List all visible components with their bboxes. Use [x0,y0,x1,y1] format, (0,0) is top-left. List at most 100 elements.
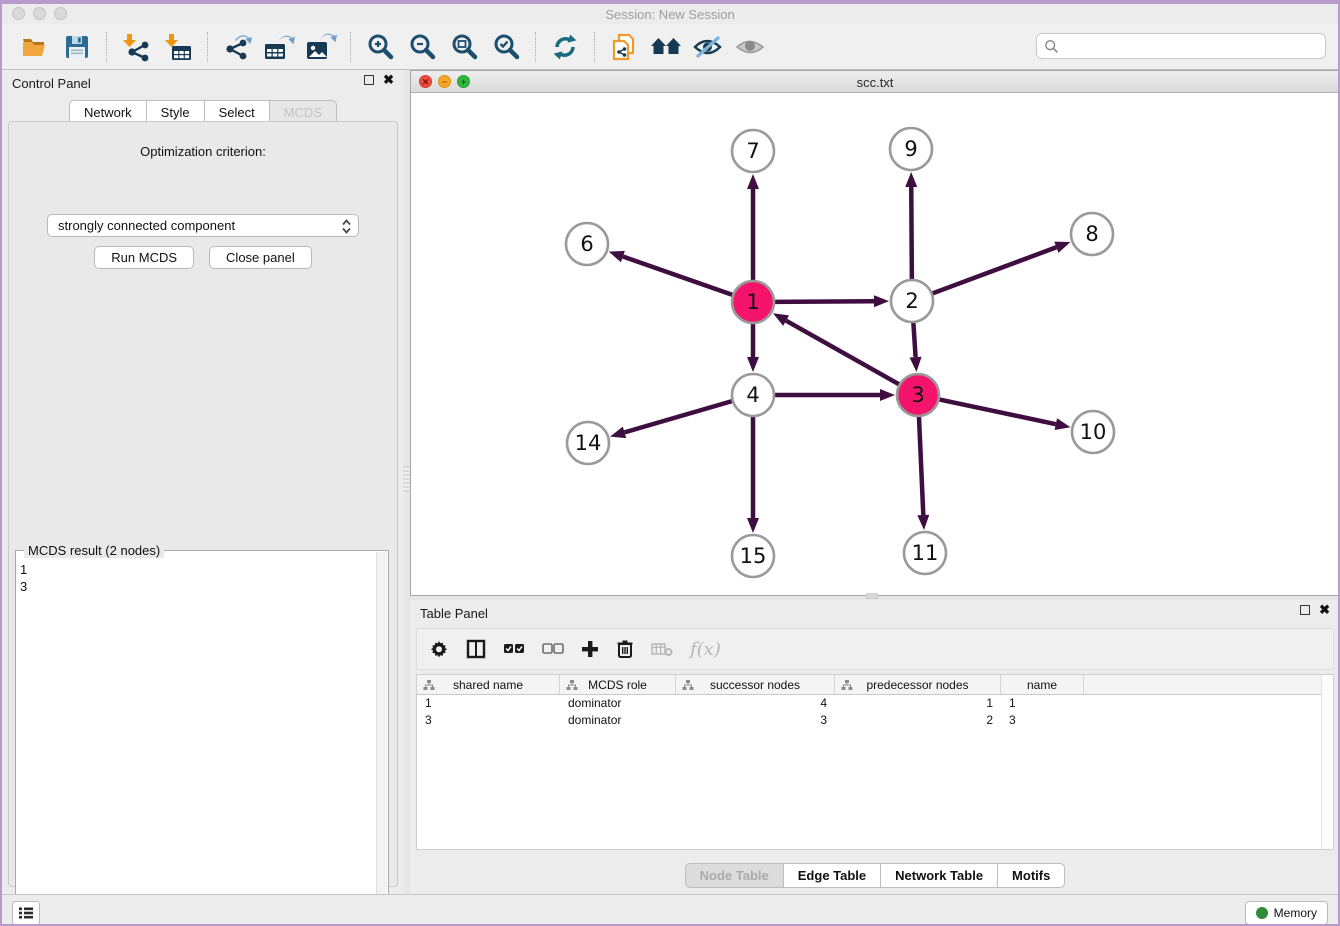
list-icon [18,906,34,920]
cell-shared-name[interactable]: 1 [417,695,560,712]
application-window: Session: New Session [0,0,1340,926]
memory-button[interactable]: Memory [1245,901,1328,925]
toolbar-separator [106,32,107,62]
cell-predecessor-nodes[interactable]: 1 [835,695,1001,712]
close-panel-button[interactable]: Close panel [209,246,312,269]
search-input[interactable] [1036,33,1326,59]
column-header-predecessor-nodes[interactable]: predecessor nodes [835,675,1001,694]
delete-column-icon [651,636,673,662]
graph-edge-3-11[interactable] [919,416,923,515]
graph-node-3[interactable]: 3 [897,374,939,416]
column-header-mcds-role[interactable]: MCDS role [560,675,676,694]
zoom-in-icon[interactable] [363,31,397,63]
save-session-icon[interactable] [60,31,94,63]
hide-selected-icon[interactable] [691,31,725,63]
graph-edge-2-8[interactable] [932,247,1057,293]
table-scrollbar[interactable] [1321,675,1333,849]
import-table-icon[interactable] [161,31,195,63]
network-window-titlebar[interactable]: ✕ − + scc.txt [411,71,1339,93]
node-label: 2 [905,289,918,313]
cell-mcds-role[interactable]: dominator [560,695,676,712]
cell-successor-nodes[interactable]: 3 [676,712,835,729]
node-label: 14 [575,431,602,455]
edge-arrowhead [610,427,626,439]
first-neighbors-icon[interactable] [649,31,683,63]
graph-edge-1-2[interactable] [774,301,874,302]
graph-node-2[interactable]: 2 [891,280,933,322]
graph-edge-4-14[interactable] [624,401,732,433]
run-mcds-button[interactable]: Run MCDS [94,246,194,269]
graph-edge-2-3[interactable] [913,322,915,357]
column-label: name [1027,678,1057,692]
cell-mcds-role[interactable]: dominator [560,712,676,729]
column-header-name[interactable]: name [1001,675,1084,694]
graph-edge-1-6[interactable] [623,257,733,296]
select-all-checks-icon[interactable] [503,636,525,662]
column-header-shared-name[interactable]: shared name [417,675,560,694]
graph-node-8[interactable]: 8 [1071,213,1113,255]
control-panel: Control Panel ✖ NetworkStyleSelectMCDS O… [2,70,404,894]
float-panel-icon[interactable] [364,75,374,85]
show-columns-icon[interactable] [466,636,486,662]
add-column-icon[interactable] [581,636,599,662]
cell-name[interactable]: 3 [1001,712,1084,729]
horizontal-splitter-handle[interactable] [866,593,878,599]
result-scrollbar[interactable] [376,552,387,926]
network-window-title: scc.txt [411,75,1339,90]
export-table-icon[interactable] [262,31,296,63]
graph-node-15[interactable]: 15 [732,535,774,577]
delete-rows-icon[interactable] [616,636,634,662]
graph-node-1[interactable]: 1 [732,281,774,323]
new-network-from-selection-icon[interactable] [607,31,641,63]
import-network-icon[interactable] [119,31,153,63]
column-header-successor-nodes[interactable]: successor nodes [676,675,835,694]
refresh-icon[interactable] [548,31,582,63]
cell-name[interactable]: 1 [1001,695,1084,712]
show-all-icon[interactable] [733,31,767,63]
cell-predecessor-nodes[interactable]: 2 [835,712,1001,729]
export-image-icon[interactable] [304,31,338,63]
tab-motifs[interactable]: Motifs [998,863,1065,888]
graph-node-9[interactable]: 9 [890,128,932,170]
export-network-icon[interactable] [220,31,254,63]
graph-edge-2-9[interactable] [911,187,912,280]
optimization-criterion-label: Optimization criterion: [9,144,397,159]
float-table-panel-icon[interactable] [1300,605,1310,615]
graph-node-11[interactable]: 11 [904,532,946,574]
tab-network-table[interactable]: Network Table [881,863,998,888]
network-canvas[interactable]: 7 9 6 8 1 2 4 3 14 10 15 11 [411,93,1339,595]
cell-successor-nodes[interactable]: 4 [676,695,835,712]
edge-arrowhead [773,313,789,326]
close-table-panel-icon[interactable]: ✖ [1319,605,1330,615]
zoom-out-icon[interactable] [405,31,439,63]
graph-node-6[interactable]: 6 [566,223,608,265]
sort-hierarchy-icon [841,679,853,691]
node-table[interactable]: shared nameMCDS rolesuccessor nodesprede… [416,674,1334,850]
tab-edge-table[interactable]: Edge Table [784,863,881,888]
tab-node-table[interactable]: Node Table [685,863,784,888]
table-panel: Table Panel ✖ [410,600,1340,894]
graph-node-10[interactable]: 10 [1072,411,1114,453]
dropdown-value: strongly connected component [58,218,235,233]
vertical-splitter-handle[interactable] [403,466,409,492]
optimization-criterion-select[interactable]: strongly connected component [47,214,359,237]
table-row[interactable]: 3dominator323 [417,712,1333,729]
zoom-selected-icon[interactable] [489,31,523,63]
graph-node-4[interactable]: 4 [732,374,774,416]
graph-node-7[interactable]: 7 [732,130,774,172]
mcds-result-box[interactable]: MCDS result (2 nodes) 13 [15,550,389,926]
table-row[interactable]: 1dominator411 [417,695,1333,712]
graph-edge-3-1[interactable] [786,321,900,385]
function-builder-icon: f(x) [690,636,721,662]
deselect-all-checks-icon[interactable] [542,636,564,662]
cell-shared-name[interactable]: 3 [417,712,560,729]
sort-hierarchy-icon [682,679,694,691]
table-options-gear-icon[interactable] [429,636,449,662]
zoom-fit-icon[interactable] [447,31,481,63]
task-history-button[interactable] [12,901,40,925]
edge-arrowhead [747,357,759,372]
graph-edge-3-10[interactable] [939,399,1056,424]
open-folder-icon[interactable] [18,31,52,63]
graph-node-14[interactable]: 14 [567,422,609,464]
close-panel-icon[interactable]: ✖ [383,75,394,85]
